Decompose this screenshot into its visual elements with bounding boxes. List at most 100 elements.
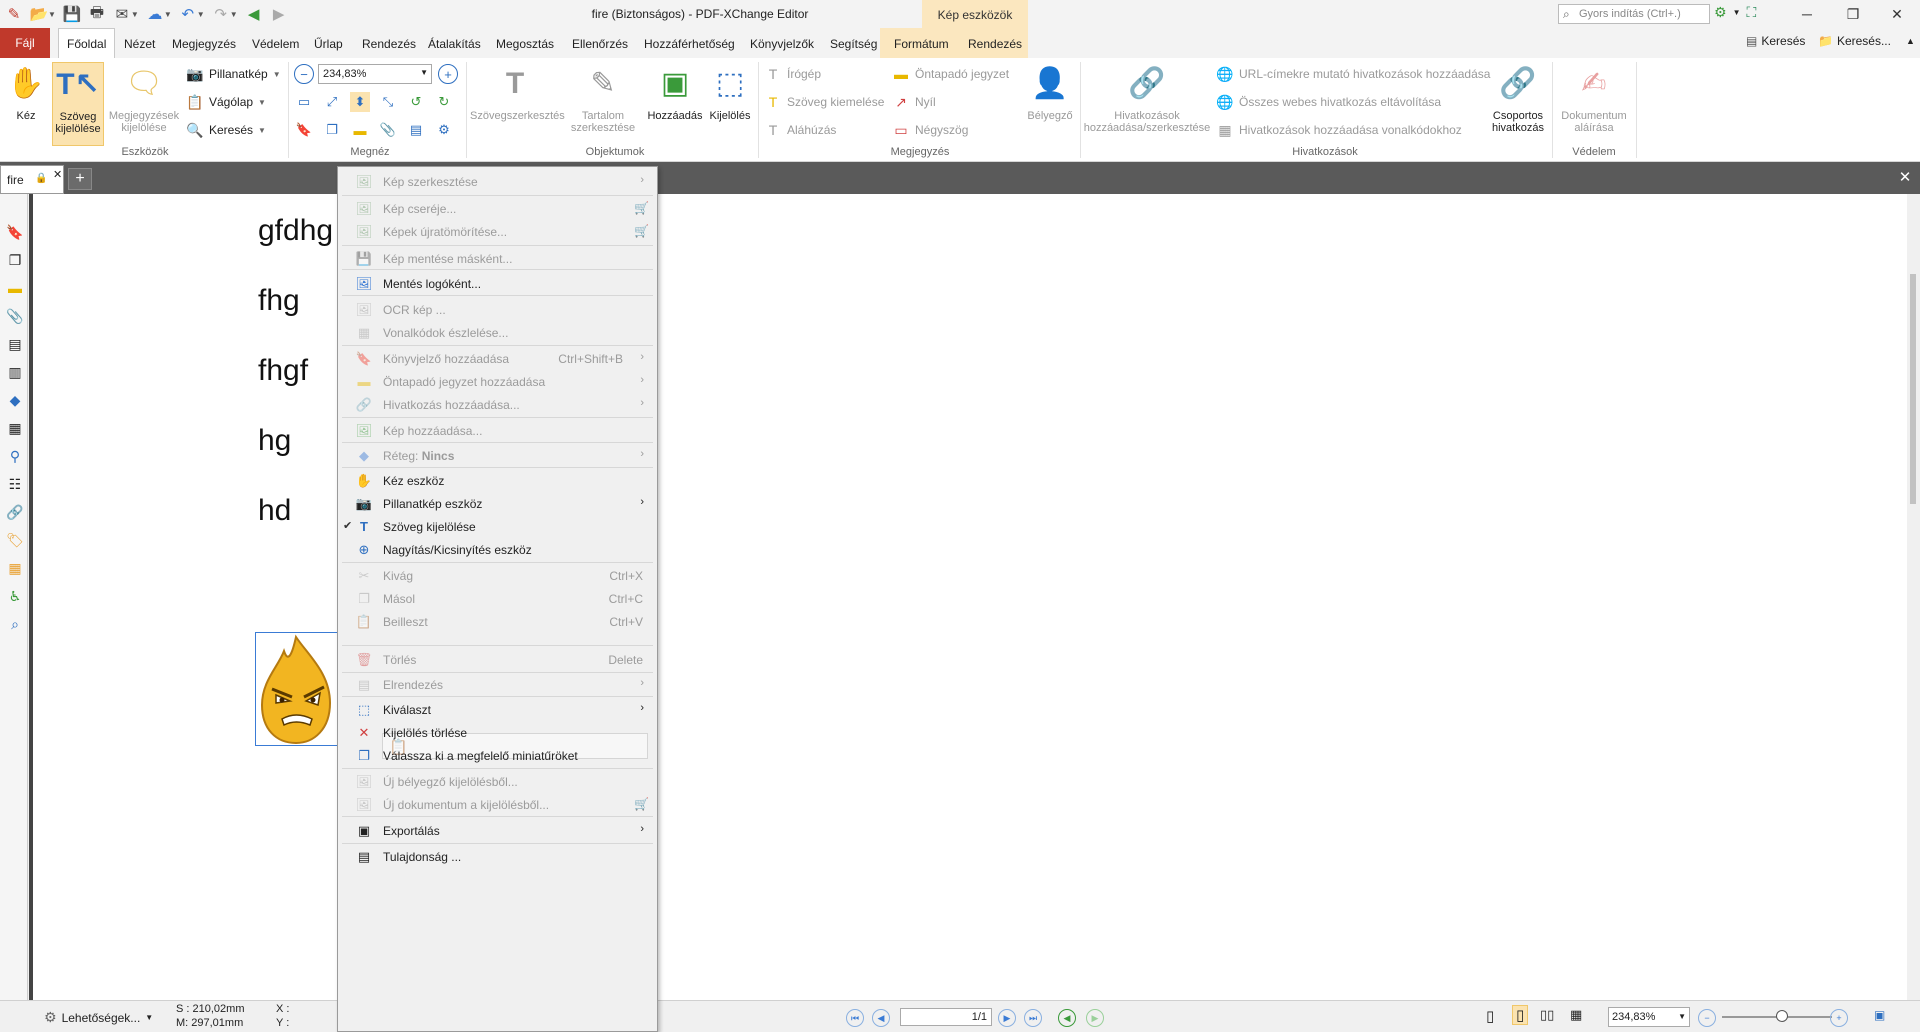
menu-item-copy[interactable]: ❐ Másol Ctrl+C [338,586,657,611]
options-button[interactable]: ⚙ Lehetőségek... ▼ [44,1009,153,1026]
search-panel-icon[interactable]: ⌕ [5,614,25,634]
tab-arrange[interactable]: Rendezés [968,28,1022,58]
order-panel-icon[interactable]: ▦ [5,558,25,578]
edit-content-button[interactable]: ✎ Tartalom szerkesztése [562,62,644,135]
menu-item-save-image-as[interactable]: 💾 Kép mentése másként... [338,246,657,271]
back-view-icon[interactable]: ◀ [1058,1009,1076,1027]
menu-item-add-image[interactable]: 🖼 Kép hozzáadása... [338,418,657,443]
sticky-note-button[interactable]: ▬ Öntapadó jegyzet [892,63,1009,85]
tab-protect[interactable]: Védelem [252,28,299,58]
restore-button[interactable]: ❐ [1830,0,1876,28]
fit-width-icon[interactable]: ⬍ [350,92,370,112]
selected-document-image[interactable] [255,632,341,746]
zoom-select[interactable]: 234,83% ▼ [318,64,432,84]
redo-icon[interactable]: ↷ [210,3,232,25]
remove-links-button[interactable]: 🌐 Összes webes hivatkozás eltávolítása [1216,91,1441,113]
new-tab-button[interactable]: + [68,168,92,190]
chevron-down-icon[interactable]: ▼ [164,10,172,19]
scrollbar-thumb[interactable] [1910,274,1916,504]
menu-item-clear-selection[interactable]: ✕ Kijelölés törlése [338,720,657,745]
chevron-down-icon[interactable]: ▼ [131,10,139,19]
close-window-button[interactable]: ✕ [1874,0,1920,28]
document-tab[interactable]: fire 🔒 ✕ [0,165,64,194]
tab-comment[interactable]: Megjegyzés [172,28,236,58]
select-button[interactable]: ⬚ Kijelölés [706,62,754,123]
facing-pages-icon[interactable]: ▯▯ [1540,1007,1554,1023]
comment-pane-icon[interactable]: ▬ [350,120,370,140]
attachments-panel-icon[interactable]: 📎 [5,306,25,326]
menu-item-edit-image[interactable]: 🖼 Kép szerkesztése › [338,169,657,194]
menu-item-save-as-logo[interactable]: 🖼 Mentés logóként... [338,271,657,296]
open-folder-icon[interactable]: 📂 [28,3,50,25]
search-button[interactable]: 📁 Keresés... [1818,34,1891,48]
add-edit-links-button[interactable]: 🔗 Hivatkozások hozzáadása/szerkesztése [1082,62,1212,135]
menu-item-replace-image[interactable]: 🖼 Kép cseréje... 🛒 [338,196,657,221]
single-page-icon[interactable]: ▯ [1486,1007,1494,1025]
accessibility-panel-icon[interactable]: ♿ [5,586,25,606]
zoom-out-icon[interactable]: − [294,64,314,84]
next-page-icon[interactable]: ▶ [998,1009,1016,1027]
menu-item-paste[interactable]: 📋 Beilleszt Ctrl+V [338,609,657,634]
tab-convert[interactable]: Átalakítás [428,28,481,58]
menu-item-new-document[interactable]: 🖼 Új dokumentum a kijelölésből... 🛒 [338,792,657,817]
tab-help[interactable]: Segítség [830,28,877,58]
tab-share[interactable]: Megosztás [496,28,554,58]
menu-item-export[interactable]: ▣ Exportálás › [338,818,657,843]
highlight-button[interactable]: T Szöveg kiemelése [764,91,885,113]
menu-item-select-text[interactable]: ✔ T Szöveg kijelölése [338,514,657,539]
collapse-ribbon-icon[interactable]: ▲ [1906,36,1915,46]
stamp-button[interactable]: 👤 Bélyegző [1022,62,1078,123]
menu-item-layer[interactable]: ◆ Réteg: Nincs › [338,443,657,468]
save-icon[interactable]: 💾 [61,3,83,25]
menu-item-delete[interactable]: 🗑 Törlés Delete [338,647,657,672]
arrow-button[interactable]: ↗ Nyíl [892,91,936,113]
menu-item-new-stamp[interactable]: 🖼 Új bélyegző kijelölésből... [338,769,657,794]
email-icon[interactable]: ✉ [111,3,133,25]
zoom-in-icon[interactable]: + [438,64,458,84]
view-settings-icon[interactable]: ▣ [1874,1008,1885,1022]
rotate-left-icon[interactable]: ↺ [406,92,426,112]
actual-size-icon[interactable]: ▭ [294,92,314,112]
tags-panel-icon[interactable]: 🏷 [5,530,25,550]
tab-form[interactable]: Űrlap [314,28,343,58]
edit-text-button[interactable]: T Szövegszerkesztés [470,62,565,123]
last-page-icon[interactable]: ⏭ [1024,1009,1042,1027]
typewriter-button[interactable]: T Írógép [764,63,821,85]
menu-item-zoom-tool[interactable]: ⊕ Nagyítás/Kicsinyítés eszköz [338,537,657,562]
chevron-down-icon[interactable]: ▼ [230,10,238,19]
menu-item-select[interactable]: ⬚ Kiválaszt › [338,697,657,722]
first-page-icon[interactable]: ⏮ [846,1009,864,1027]
tab-format[interactable]: Formátum [894,28,949,58]
tab-home[interactable]: Főoldal [58,28,116,59]
menu-item-detect-barcodes[interactable]: ▦ Vonalkódok észlelése... [338,320,657,345]
prev-page-icon[interactable]: ◀ [872,1009,890,1027]
properties-panel-icon[interactable]: ▤ [5,334,25,354]
menu-item-ocr-image[interactable]: 🖼 OCR kép ... [338,297,657,322]
document-view[interactable]: gfdhg fhg fhgf hg hd [29,194,1907,1000]
select-text-button[interactable]: T↖ Szöveg kijelölése [52,62,104,146]
structure-panel-icon[interactable]: ☷ [5,474,25,494]
forward-view-icon[interactable]: ▶ [1086,1009,1104,1027]
menu-item-snapshot-tool[interactable]: 📷 Pillanatkép eszköz › [338,491,657,516]
forward-icon[interactable]: ▶ [268,3,290,25]
settings-icon[interactable]: ⚙ [1714,4,1727,21]
comments-panel-icon[interactable]: ▬ [5,278,25,298]
chevron-down-icon[interactable]: ▼ [197,10,205,19]
chevron-down-icon[interactable]: ▼ [48,10,56,19]
url-links-button[interactable]: 🌐 URL-címekre mutató hivatkozások hozzáa… [1216,63,1490,85]
menu-item-cut[interactable]: ✂ Kivág Ctrl+X [338,563,657,588]
thumbnails-panel-icon[interactable]: ❐ [5,250,25,270]
menu-item-hand-tool[interactable]: ✋ Kéz eszköz [338,468,657,493]
bookmarks-panel-icon[interactable]: 🔖 [5,222,25,242]
zoom-in-status-icon[interactable]: + [1830,1009,1848,1027]
settings-pane-icon[interactable]: ⚙ [434,120,454,140]
menu-item-add-sticky-note[interactable]: ▬ Öntapadó jegyzet hozzáadása › [338,369,657,394]
underline-button[interactable]: T Aláhúzás [764,119,837,141]
quick-launch-input[interactable]: ⌕ Gyors indítás (Ctrl+.) [1558,4,1710,24]
page-number-input[interactable]: 1/1 [900,1008,992,1026]
tab-review[interactable]: Ellenőrzés [572,28,628,58]
bookmark-icon[interactable]: 🔖 [294,120,314,140]
fit-page-icon[interactable]: ⤢ [322,92,342,112]
chevron-down-icon[interactable]: ▼ [1733,4,1741,21]
links-panel-icon[interactable]: 🔗 [5,502,25,522]
